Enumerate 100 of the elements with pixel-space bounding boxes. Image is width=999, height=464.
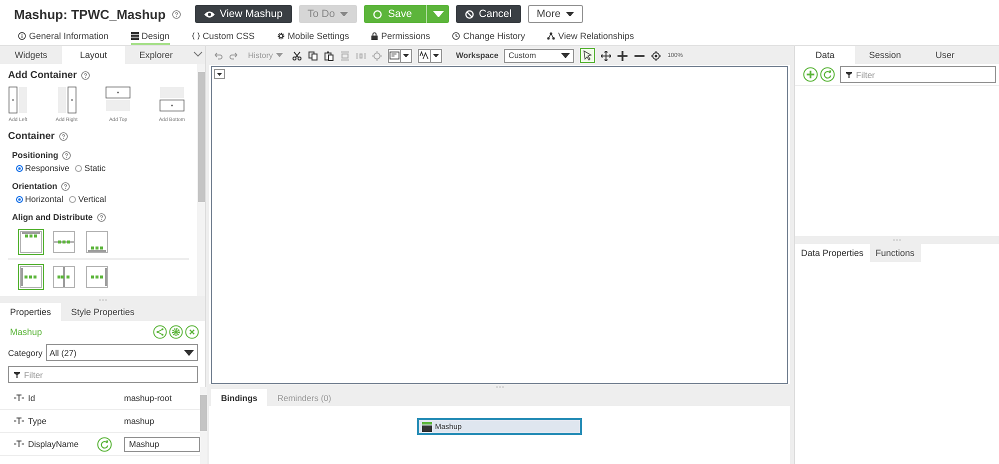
property-value: mashup-root	[124, 393, 172, 403]
nav-tab[interactable]: Mobile Settings	[276, 28, 350, 45]
add-icon[interactable]	[803, 67, 818, 82]
cancel-button[interactable]: Cancel	[456, 5, 521, 23]
radio-button[interactable]	[16, 196, 23, 202]
caret-icon	[402, 54, 409, 58]
property-name: Type	[28, 416, 48, 426]
resize-handle-icon[interactable]	[496, 386, 504, 388]
distribute-icon[interactable]	[356, 50, 366, 60]
cut-icon[interactable]	[292, 50, 302, 60]
gear-icon	[276, 32, 285, 40]
filter-icon	[846, 72, 852, 78]
container-layout-icon[interactable]	[56, 86, 77, 114]
radio-button[interactable]	[16, 164, 23, 172]
filter-icon	[14, 372, 20, 378]
paste-icon[interactable]	[324, 50, 334, 60]
select-tool-button[interactable]	[580, 48, 596, 63]
fit-icon[interactable]	[651, 50, 662, 60]
align-button[interactable]	[51, 264, 77, 290]
radio-option[interactable]: Horizontal	[16, 194, 64, 204]
workspace-dropdown[interactable]: Custom	[504, 48, 574, 62]
move-icon[interactable]	[601, 50, 612, 60]
font-size-icon	[418, 51, 430, 60]
caret-icon	[432, 54, 439, 58]
layout-dropdown[interactable]	[388, 48, 412, 62]
help-icon[interactable]	[58, 132, 68, 141]
tab[interactable]: Session	[855, 46, 915, 64]
cancel-icon	[464, 10, 474, 18]
help-icon[interactable]	[80, 71, 90, 80]
mashup-icon	[422, 422, 432, 432]
tab[interactable]: Style Properties	[61, 303, 145, 321]
lock-icon	[371, 32, 378, 40]
close-icon[interactable]	[185, 325, 199, 339]
caret-icon	[184, 350, 194, 356]
align-button[interactable]	[84, 229, 110, 255]
category-dropdown[interactable]: All (27)	[46, 344, 198, 361]
radio-button[interactable]	[69, 196, 76, 202]
gear-icon[interactable]	[169, 325, 183, 339]
radio-option[interactable]: Responsive	[16, 163, 70, 173]
tab[interactable]: Layout	[62, 46, 125, 64]
selected-item-label: Mashup	[10, 327, 42, 337]
nav-tab[interactable]: Change History	[452, 28, 526, 45]
more-button[interactable]: More	[528, 5, 583, 23]
caret-icon	[561, 52, 570, 58]
scrollbar[interactable]	[200, 387, 207, 464]
tab[interactable]: Data	[795, 46, 855, 64]
tab[interactable]: User	[915, 46, 975, 64]
align-icon	[86, 231, 108, 253]
undo-icon[interactable]	[213, 50, 223, 60]
radio-button[interactable]	[75, 164, 82, 172]
chevron-icon[interactable]	[193, 51, 203, 57]
container-layout-icon[interactable]	[105, 86, 132, 114]
align-button[interactable]	[84, 264, 110, 290]
page-title: Mashup: TPWC_Mashup	[14, 6, 166, 22]
align-button[interactable]	[18, 264, 44, 290]
share-icon[interactable]	[153, 325, 167, 339]
layout-icon	[130, 32, 139, 40]
view-button[interactable]: View Mashup	[194, 5, 292, 23]
help-icon[interactable]	[172, 10, 181, 18]
text-dropdown[interactable]	[418, 48, 442, 62]
tab[interactable]: Functions	[870, 244, 921, 262]
zoom-in-icon[interactable]	[617, 50, 628, 60]
target-icon[interactable]	[372, 50, 382, 60]
clock-icon	[452, 32, 460, 40]
help-icon[interactable]	[62, 150, 72, 160]
text-type-icon	[14, 394, 24, 402]
resize-handle-icon[interactable]	[98, 298, 106, 300]
help-icon[interactable]	[96, 212, 106, 222]
section-title: Add Container	[8, 70, 77, 81]
nav-tab[interactable]: Custom CSS	[192, 28, 255, 45]
copy-icon[interactable]	[308, 50, 318, 60]
tab[interactable]: Explorer	[125, 46, 187, 64]
tab[interactable]: Widgets	[0, 46, 62, 64]
refresh-icon[interactable]	[820, 67, 835, 82]
property-input[interactable]: Mashup	[124, 436, 200, 452]
align-icon	[53, 231, 75, 253]
nav-tab[interactable]: View Relationships	[547, 28, 634, 45]
property-name: DisplayName	[28, 439, 80, 449]
radio-option[interactable]: Vertical	[69, 194, 106, 204]
container-layout-icon[interactable]	[8, 86, 28, 114]
align-button[interactable]	[18, 229, 44, 255]
scrollbar[interactable]	[197, 64, 205, 296]
property-value: mashup	[124, 416, 154, 426]
text-type-icon	[14, 417, 24, 425]
caret-icon	[340, 12, 348, 16]
tab[interactable]: Bindings	[211, 389, 268, 406]
redo-icon[interactable]	[229, 50, 239, 60]
align-icon[interactable]	[340, 50, 350, 60]
resize-handle-icon[interactable]	[893, 239, 901, 241]
tab[interactable]: Properties	[0, 303, 62, 321]
circle-icon	[372, 10, 382, 18]
canvas-menu-button[interactable]	[214, 69, 225, 79]
nav-tab[interactable]: General Information	[18, 28, 109, 45]
help-icon[interactable]	[61, 182, 70, 190]
field-label: Category	[8, 348, 42, 358]
property-name: Id	[28, 393, 36, 403]
nav-tab[interactable]: Permissions	[371, 28, 430, 45]
container-layout-icon[interactable]	[158, 86, 185, 114]
refresh-icon[interactable]	[96, 436, 112, 452]
radio-option[interactable]: Static	[75, 163, 106, 173]
